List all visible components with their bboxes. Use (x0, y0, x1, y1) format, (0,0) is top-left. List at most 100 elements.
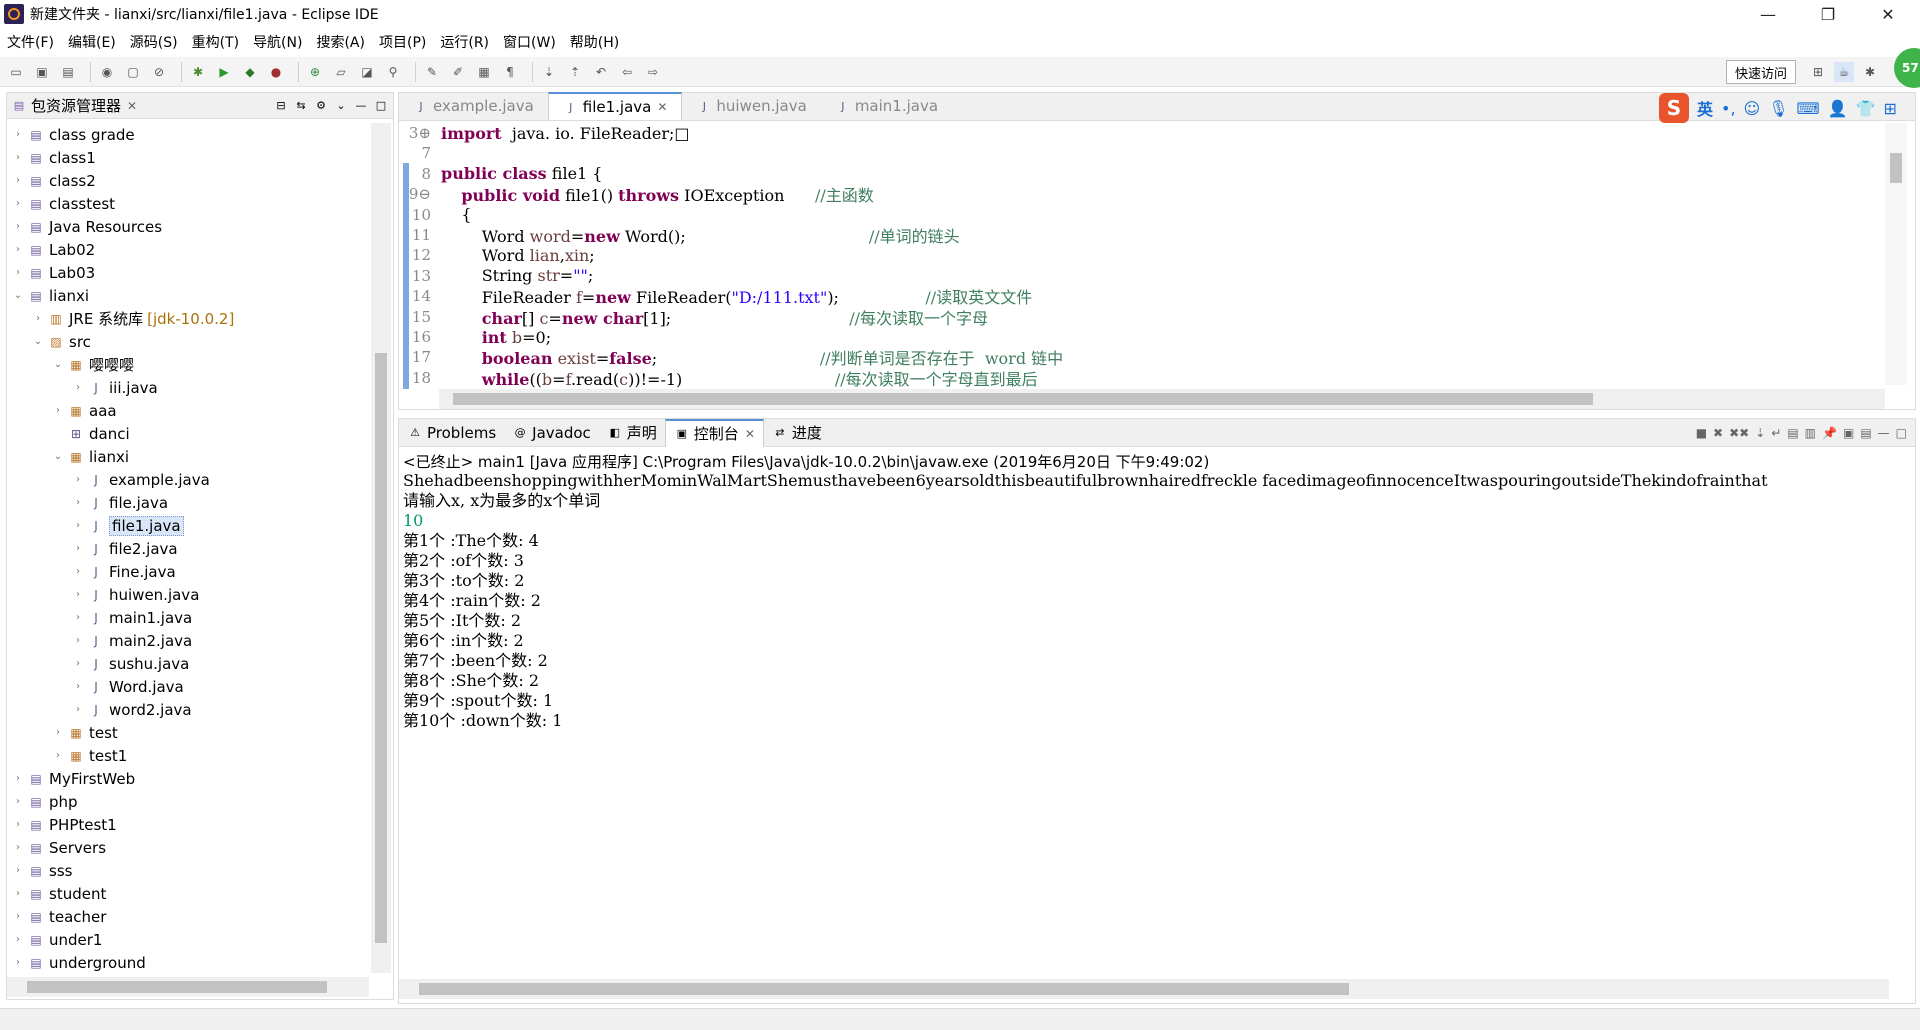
code-line[interactable]: 3⊕ import java. io. FileReader;□ (399, 123, 690, 143)
expand-arrow-icon[interactable]: › (71, 543, 85, 554)
annotation-icon[interactable]: ✐ (448, 62, 468, 82)
pin-console-icon[interactable]: 📌 (1822, 426, 1837, 440)
scroll-lock-icon[interactable]: ⇣ (1755, 426, 1765, 440)
tree-item[interactable]: › Jfile.java (71, 491, 168, 514)
run-icon[interactable]: ▶ (214, 62, 234, 82)
tree-item[interactable]: › ▤ Lab03 (11, 261, 95, 284)
restore-button[interactable]: ❐ (1800, 0, 1856, 28)
coverage-icon[interactable]: ◆ (240, 62, 260, 82)
open-type-icon[interactable]: ▱ (331, 62, 351, 82)
code-editor[interactable]: 3⊕ import java. io. FileReader;□ 7 8 public … (399, 123, 1887, 389)
package-tree-horizontal-scrollbar[interactable] (7, 977, 369, 997)
expand-arrow-icon[interactable]: › (71, 658, 85, 669)
tree-item[interactable]: › ▤ classtest (11, 192, 115, 215)
tree-item[interactable]: › Jfile1.java (71, 514, 184, 537)
expand-arrow-icon[interactable]: › (11, 888, 25, 899)
scrollbar-thumb[interactable] (375, 353, 387, 943)
view-menu-icon[interactable]: ⌄ (333, 98, 349, 114)
quick-access-field[interactable]: 快速访问 (1726, 60, 1796, 84)
expand-arrow-icon[interactable]: › (71, 704, 85, 715)
console-icon[interactable]: ▢ (123, 62, 143, 82)
console-tab[interactable]: @ Javadoc (504, 419, 599, 447)
minimize-view-icon[interactable]: — (353, 98, 369, 114)
code-line[interactable]: 17 boolean exist=false; //判断单词是否存在于 word… (399, 347, 1063, 368)
maximize-view-icon[interactable]: □ (1896, 426, 1907, 440)
console-output[interactable]: ShehadbeenshoppingwithherMominWalMartShe… (403, 471, 1903, 971)
save-all-icon[interactable]: ▤ (58, 62, 78, 82)
remove-all-icon[interactable]: ✖✖ (1729, 426, 1749, 440)
sogou-logo-icon[interactable]: S (1659, 93, 1689, 123)
menu-item[interactable]: 运行(R) (433, 32, 496, 52)
code-line[interactable]: 12 Word lian,xin; (399, 245, 595, 265)
code-line[interactable]: 15 char[] c=new char[1]; //每次读取一个字母 (399, 307, 988, 328)
debug-perspective-icon[interactable]: ✱ (1860, 62, 1880, 82)
tree-item[interactable]: › Jmain2.java (71, 629, 192, 652)
word-wrap-icon[interactable]: ↵ (1771, 426, 1781, 440)
block-selection-icon[interactable]: ▦ (474, 62, 494, 82)
console-tab[interactable]: ⚠ Problems (399, 419, 504, 447)
back-icon[interactable]: ⇦ (617, 62, 637, 82)
web-icon[interactable]: ◉ (97, 62, 117, 82)
tree-item[interactable]: › ▤ class2 (11, 169, 96, 192)
skip-breakpoints-icon[interactable]: ⊘ (149, 62, 169, 82)
collapse-all-icon[interactable]: ⊟ (273, 98, 289, 114)
toolbox-icon[interactable]: ⊞ (1883, 99, 1896, 118)
search-icon[interactable]: ⚲ (383, 62, 403, 82)
debug-icon[interactable]: ✱ (188, 62, 208, 82)
console-tab[interactable]: ⇄ 进度 (764, 419, 830, 447)
editor-horizontal-scrollbar[interactable] (439, 389, 1885, 409)
tree-item[interactable]: › ▤ underground (11, 951, 146, 973)
open-perspective-icon[interactable]: ⊞ (1808, 62, 1828, 82)
scrollbar-thumb[interactable] (1890, 153, 1902, 183)
tree-item[interactable]: › Jexample.java (71, 468, 210, 491)
open-folder-icon[interactable]: ◪ (357, 62, 377, 82)
emoji-icon[interactable]: ☺ (1744, 99, 1761, 118)
expand-arrow-icon[interactable]: › (71, 635, 85, 646)
code-line[interactable]: 9⊖ public void file1() throws IOExceptio… (399, 184, 874, 205)
menu-item[interactable]: 导航(N) (246, 32, 309, 52)
show-on-output-icon[interactable]: ▤ (1787, 426, 1798, 440)
tree-item[interactable]: › ▤ class1 (11, 146, 96, 169)
expand-arrow-icon[interactable]: › (11, 221, 25, 232)
menu-item[interactable]: 窗口(W) (496, 32, 563, 52)
expand-arrow-icon[interactable]: › (11, 865, 25, 876)
expand-arrow-icon[interactable]: › (71, 497, 85, 508)
expand-arrow-icon[interactable]: › (11, 152, 25, 163)
new-java-class-icon[interactable]: ⊕ (305, 62, 325, 82)
expand-arrow-icon[interactable]: › (71, 520, 85, 531)
tree-item[interactable]: › J Fine.java (71, 560, 176, 583)
close-button[interactable]: ✕ (1860, 0, 1916, 28)
expand-arrow-icon[interactable]: › (51, 405, 65, 416)
expand-arrow-icon[interactable]: › (71, 681, 85, 692)
tree-item[interactable]: › ▤ sss (11, 859, 72, 882)
expand-arrow-icon[interactable]: ⌄ (11, 290, 25, 301)
previous-annotation-icon[interactable]: ⇡ (565, 62, 585, 82)
code-line[interactable]: 13 String str=""; (399, 266, 593, 286)
close-tab-icon[interactable]: ✕ (657, 100, 667, 114)
show-whitespace-icon[interactable]: ¶ (500, 62, 520, 82)
code-line[interactable]: 10 { (399, 205, 472, 225)
menu-item[interactable]: 文件(F) (0, 32, 61, 52)
tree-item[interactable]: › ▤ MyFirstWeb (11, 767, 135, 790)
expand-arrow-icon[interactable]: › (11, 267, 25, 278)
tree-item[interactable]: › ▤ PHPtest1 (11, 813, 117, 836)
minimize-button[interactable]: — (1740, 0, 1796, 28)
remove-launch-icon[interactable]: ✖ (1713, 426, 1723, 440)
tree-item[interactable]: › ▤ teacher (11, 905, 106, 928)
menu-item[interactable]: 源码(S) (123, 32, 185, 52)
link-editor-icon[interactable]: ⇆ (293, 98, 309, 114)
expand-arrow-icon[interactable]: › (11, 773, 25, 784)
package-tree-vertical-scrollbar[interactable] (371, 123, 391, 973)
tree-item[interactable]: › ▦ test1 (51, 744, 127, 767)
expand-arrow-icon[interactable]: › (11, 244, 25, 255)
filters-icon[interactable]: ⚙ (313, 98, 329, 114)
tree-item[interactable]: ⌄ ▦ 嘤嘤嘤 (51, 353, 134, 376)
punctuation-icon[interactable]: •, (1721, 99, 1736, 118)
editor-tab[interactable]: Jmain1.java (821, 92, 952, 120)
tree-item[interactable]: › Jmain1.java (71, 606, 192, 629)
menu-item[interactable]: 项目(P) (372, 32, 433, 52)
editor-tab[interactable]: Jexample.java (399, 92, 548, 120)
expand-arrow-icon[interactable]: › (51, 727, 65, 738)
tree-item[interactable]: › ▦ test (51, 721, 118, 744)
console-tab[interactable]: ▣ 控制台 ✕ (664, 418, 764, 447)
